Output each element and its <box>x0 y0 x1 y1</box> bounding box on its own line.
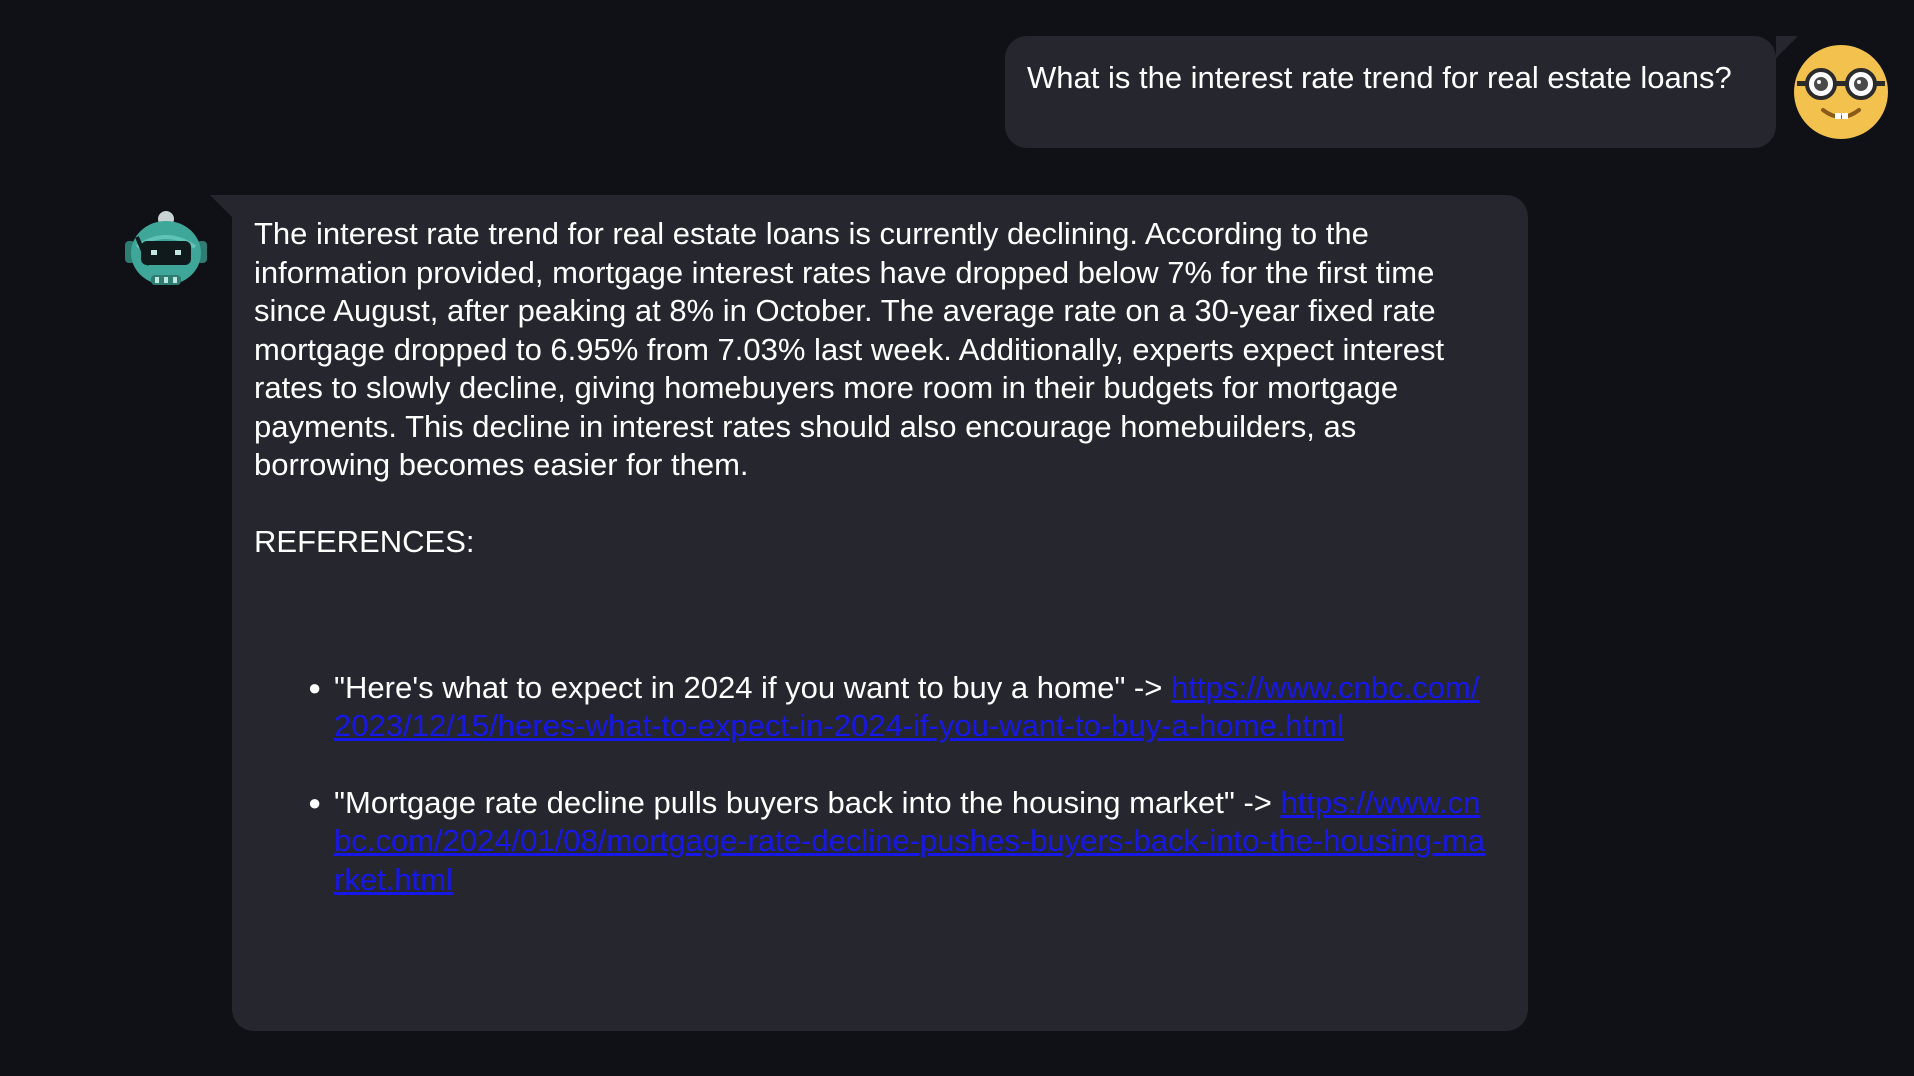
references-list: ● "Here's what to expect in 2024 if you … <box>254 669 1488 900</box>
reference-title: "Here's what to expect in 2024 if you wa… <box>334 669 1163 705</box>
assistant-message-bubble: The interest rate trend for real estate … <box>210 195 1528 1031</box>
list-item: ● "Mortgage rate decline pulls buyers ba… <box>308 784 1488 900</box>
user-message-bubble: What is the interest rate trend for real… <box>1005 36 1798 148</box>
user-message-text: What is the interest rate trend for real… <box>1027 60 1732 95</box>
references-heading: REFERENCES: <box>254 523 475 559</box>
bullet-icon: ● <box>308 789 322 815</box>
list-item: ● "Here's what to expect in 2024 if you … <box>308 669 1488 746</box>
nerd-face-avatar-icon <box>1793 44 1889 140</box>
assistant-message-text: The interest rate trend for real estate … <box>254 216 1445 482</box>
robot-avatar-icon <box>123 207 209 293</box>
bullet-icon: ● <box>308 674 322 700</box>
reference-title: "Mortgage rate decline pulls buyers back… <box>334 784 1272 820</box>
